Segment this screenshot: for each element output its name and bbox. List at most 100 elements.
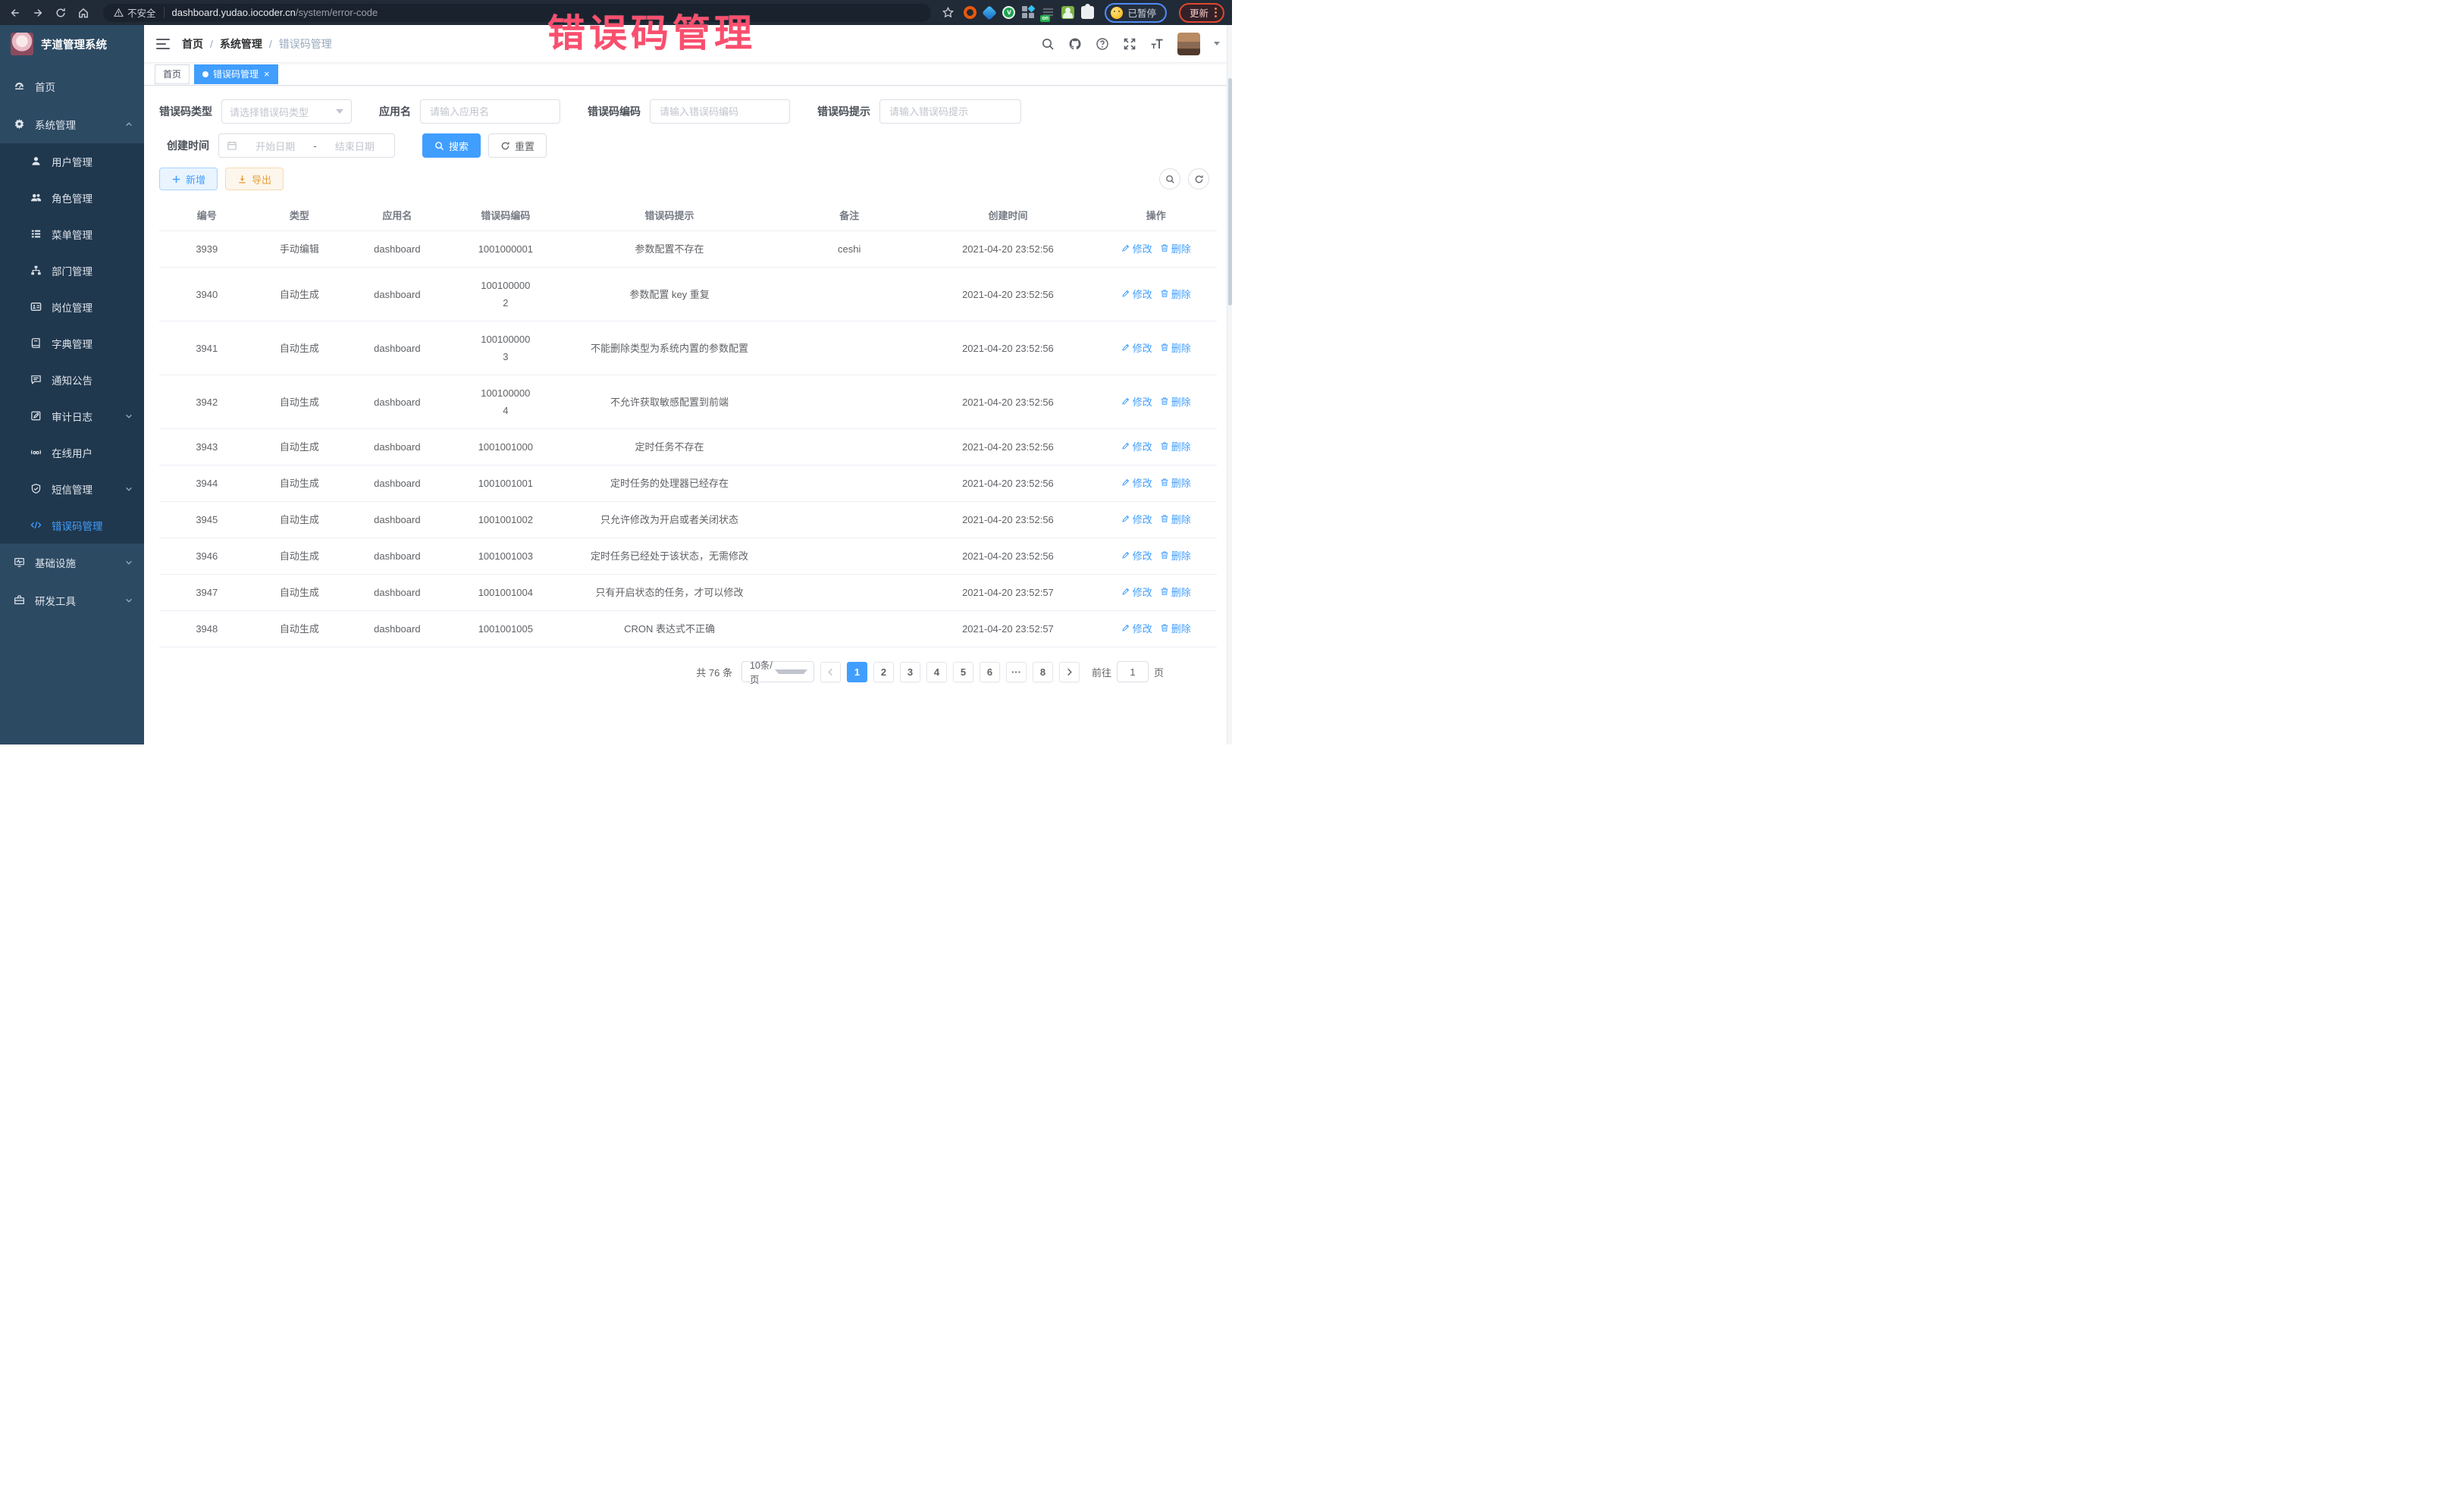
edit-link[interactable]: 修改	[1121, 620, 1152, 638]
tag-item[interactable]: 首页	[155, 64, 190, 84]
cell-app: dashboard	[344, 538, 450, 575]
update-button[interactable]: 更新	[1179, 3, 1224, 23]
reset-button[interactable]: 重置	[488, 133, 547, 158]
page-size-select[interactable]: 10条/页	[741, 661, 814, 682]
fullscreen-icon[interactable]	[1123, 37, 1136, 51]
page-button-8[interactable]: 8	[1033, 662, 1053, 682]
add-button[interactable]: 新增	[159, 168, 218, 190]
delete-link[interactable]: 删除	[1160, 340, 1191, 357]
edit-link[interactable]: 修改	[1121, 240, 1152, 258]
blue-gem-extension-icon[interactable]	[983, 5, 998, 20]
edit-link[interactable]: 修改	[1121, 438, 1152, 456]
browser-forward-icon[interactable]	[31, 6, 45, 20]
cell-msg: 不能删除类型为系统内置的参数配置	[561, 321, 778, 375]
page-button-3[interactable]: 3	[900, 662, 920, 682]
error-code-input[interactable]	[650, 99, 790, 124]
edit-link[interactable]: 修改	[1121, 475, 1152, 492]
delete-link[interactable]: 删除	[1160, 240, 1191, 258]
sidebar-item-error-code-management[interactable]: 错误码管理	[0, 507, 144, 544]
search-button[interactable]: 搜索	[422, 133, 481, 158]
sidebar-item-dept-management[interactable]: 部门管理	[0, 252, 144, 289]
browser-reload-icon[interactable]	[54, 6, 67, 20]
prev-page-button[interactable]	[820, 662, 841, 682]
app-logo[interactable]: 芋道管理系统	[0, 25, 144, 63]
edit-link[interactable]: 修改	[1121, 511, 1152, 528]
delete-link[interactable]: 删除	[1160, 584, 1191, 601]
date-range-picker[interactable]: 开始日期 - 结束日期	[218, 133, 395, 158]
delete-link[interactable]: 删除	[1160, 620, 1191, 638]
export-button[interactable]: 导出	[225, 168, 284, 190]
edit-link[interactable]: 修改	[1121, 547, 1152, 565]
page-button-5[interactable]: 5	[953, 662, 973, 682]
sidebar-item-dict-management[interactable]: 字典管理	[0, 325, 144, 362]
profile-paused-pill[interactable]: 已暂停	[1105, 3, 1167, 23]
delete-link[interactable]: 删除	[1160, 438, 1191, 456]
goto-input[interactable]	[1117, 661, 1149, 682]
tag-active[interactable]: 错误码管理 ×	[194, 64, 278, 84]
scrollbar-thumb[interactable]	[1228, 78, 1232, 306]
edit-link[interactable]: 修改	[1121, 286, 1152, 303]
breadcrumb-item[interactable]: 系统管理	[220, 36, 262, 52]
browser-menu-kebab-icon[interactable]	[1215, 8, 1217, 17]
cell-operations: 修改删除	[1096, 321, 1217, 375]
sidebar-item-label: 系统管理	[35, 117, 124, 132]
sidebar-item-user-management[interactable]: 用户管理	[0, 143, 144, 180]
sidebar-item-home[interactable]: 首页	[0, 67, 144, 105]
close-icon[interactable]: ×	[264, 69, 270, 79]
tag-label: 错误码管理	[213, 67, 259, 80]
address-bar[interactable]: 不安全 dashboard.yudao.iocoder.cn/system/er…	[103, 4, 931, 22]
sidebar-item-sms-management[interactable]: 短信管理	[0, 471, 144, 507]
sidebar-item-role-management[interactable]: 角色管理	[0, 180, 144, 216]
delete-link[interactable]: 删除	[1160, 547, 1191, 565]
sidebar-item-menu-management[interactable]: 菜单管理	[0, 216, 144, 252]
refresh-button[interactable]	[1188, 168, 1209, 190]
grid-extension-icon[interactable]	[1022, 6, 1035, 19]
delete-link[interactable]: 删除	[1160, 393, 1191, 411]
error-hint-label: 错误码提示	[817, 104, 870, 119]
search-icon[interactable]	[1041, 37, 1055, 51]
delete-link[interactable]: 删除	[1160, 286, 1191, 303]
cell-id: 3948	[159, 611, 255, 647]
url-path: /system/error-code	[296, 7, 378, 18]
sidebar-item-online-users[interactable]: 在线用户	[0, 434, 144, 471]
breadcrumb-item[interactable]: 首页	[182, 36, 203, 52]
scrollbar[interactable]	[1227, 25, 1232, 744]
page-ellipsis[interactable]: ···	[1006, 662, 1027, 682]
caret-down-icon[interactable]	[1214, 42, 1220, 45]
edit-link[interactable]: 修改	[1121, 393, 1152, 411]
delete-link[interactable]: 删除	[1160, 511, 1191, 528]
github-icon[interactable]	[1068, 37, 1082, 51]
help-icon[interactable]	[1096, 37, 1109, 51]
hamburger-icon[interactable]	[156, 39, 170, 49]
browser-back-icon[interactable]	[8, 6, 22, 20]
browser-home-icon[interactable]	[77, 6, 90, 20]
page-button-4[interactable]: 4	[926, 662, 947, 682]
green-user-extension-icon[interactable]	[1061, 6, 1074, 19]
app-name-input[interactable]	[420, 99, 560, 124]
next-page-button[interactable]	[1059, 662, 1080, 682]
green-check-extension-icon[interactable]: v	[1002, 6, 1015, 19]
list-extension-icon[interactable]: on	[1042, 6, 1055, 19]
page-button-1[interactable]: 1	[847, 662, 867, 682]
sidebar-item-audit-log[interactable]: 审计日志	[0, 398, 144, 434]
orange-ring-extension-icon[interactable]	[964, 6, 977, 19]
edit-link[interactable]: 修改	[1121, 340, 1152, 357]
page-button-6[interactable]: 6	[980, 662, 1000, 682]
font-size-icon[interactable]	[1150, 37, 1164, 51]
avatar[interactable]	[1177, 33, 1200, 55]
sidebar-item-system-management[interactable]: 系统管理	[0, 105, 144, 143]
bookmark-star-icon[interactable]	[942, 6, 955, 19]
sidebar-item-infrastructure[interactable]: 基础设施	[0, 544, 144, 581]
error-type-select[interactable]: 请选择错误码类型	[221, 99, 352, 124]
page-button-2[interactable]: 2	[873, 662, 894, 682]
sidebar-item-notice-announcement[interactable]: 通知公告	[0, 362, 144, 398]
sidebar-item-label: 研发工具	[35, 593, 124, 608]
sidebar-item-post-management[interactable]: 岗位管理	[0, 289, 144, 325]
error-hint-input[interactable]	[879, 99, 1021, 124]
delete-link[interactable]: 删除	[1160, 475, 1191, 492]
edit-link[interactable]: 修改	[1121, 584, 1152, 601]
sidebar-item-dev-tools[interactable]: 研发工具	[0, 581, 144, 619]
search-toggle-button[interactable]	[1159, 168, 1180, 190]
cell-type: 自动生成	[255, 538, 345, 575]
puzzle-extensions-icon[interactable]	[1081, 6, 1094, 19]
